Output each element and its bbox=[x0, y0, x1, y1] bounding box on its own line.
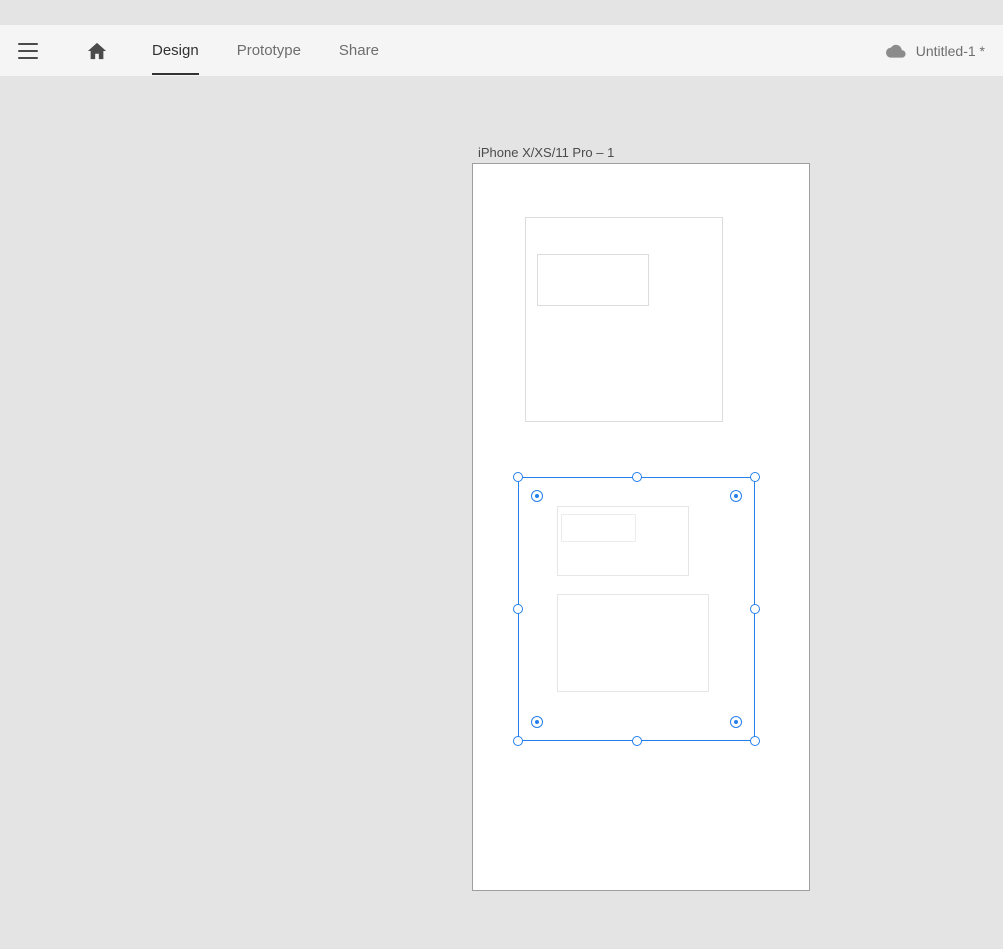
artboard-label[interactable]: iPhone X/XS/11 Pro – 1 bbox=[478, 145, 614, 160]
tab-share[interactable]: Share bbox=[339, 28, 379, 74]
document-status[interactable]: Untitled-1 * bbox=[886, 43, 985, 59]
document-title: Untitled-1 * bbox=[916, 43, 985, 59]
rectangle-shape[interactable] bbox=[537, 254, 649, 306]
cloud-icon bbox=[886, 44, 906, 58]
titlebar bbox=[0, 0, 1003, 25]
artboard[interactable] bbox=[472, 163, 810, 891]
rectangle-shape[interactable] bbox=[525, 217, 723, 422]
canvas[interactable]: iPhone X/XS/11 Pro – 1 bbox=[0, 77, 1003, 949]
hamburger-menu-icon[interactable] bbox=[18, 43, 38, 59]
tab-prototype[interactable]: Prototype bbox=[237, 28, 301, 74]
rectangle-shape[interactable] bbox=[561, 514, 636, 542]
topbar: Design Prototype Share Untitled-1 * bbox=[0, 25, 1003, 77]
rectangle-shape[interactable] bbox=[557, 594, 709, 692]
home-icon[interactable] bbox=[86, 41, 108, 61]
mode-tabs: Design Prototype Share bbox=[152, 28, 379, 74]
tab-design[interactable]: Design bbox=[152, 28, 199, 75]
